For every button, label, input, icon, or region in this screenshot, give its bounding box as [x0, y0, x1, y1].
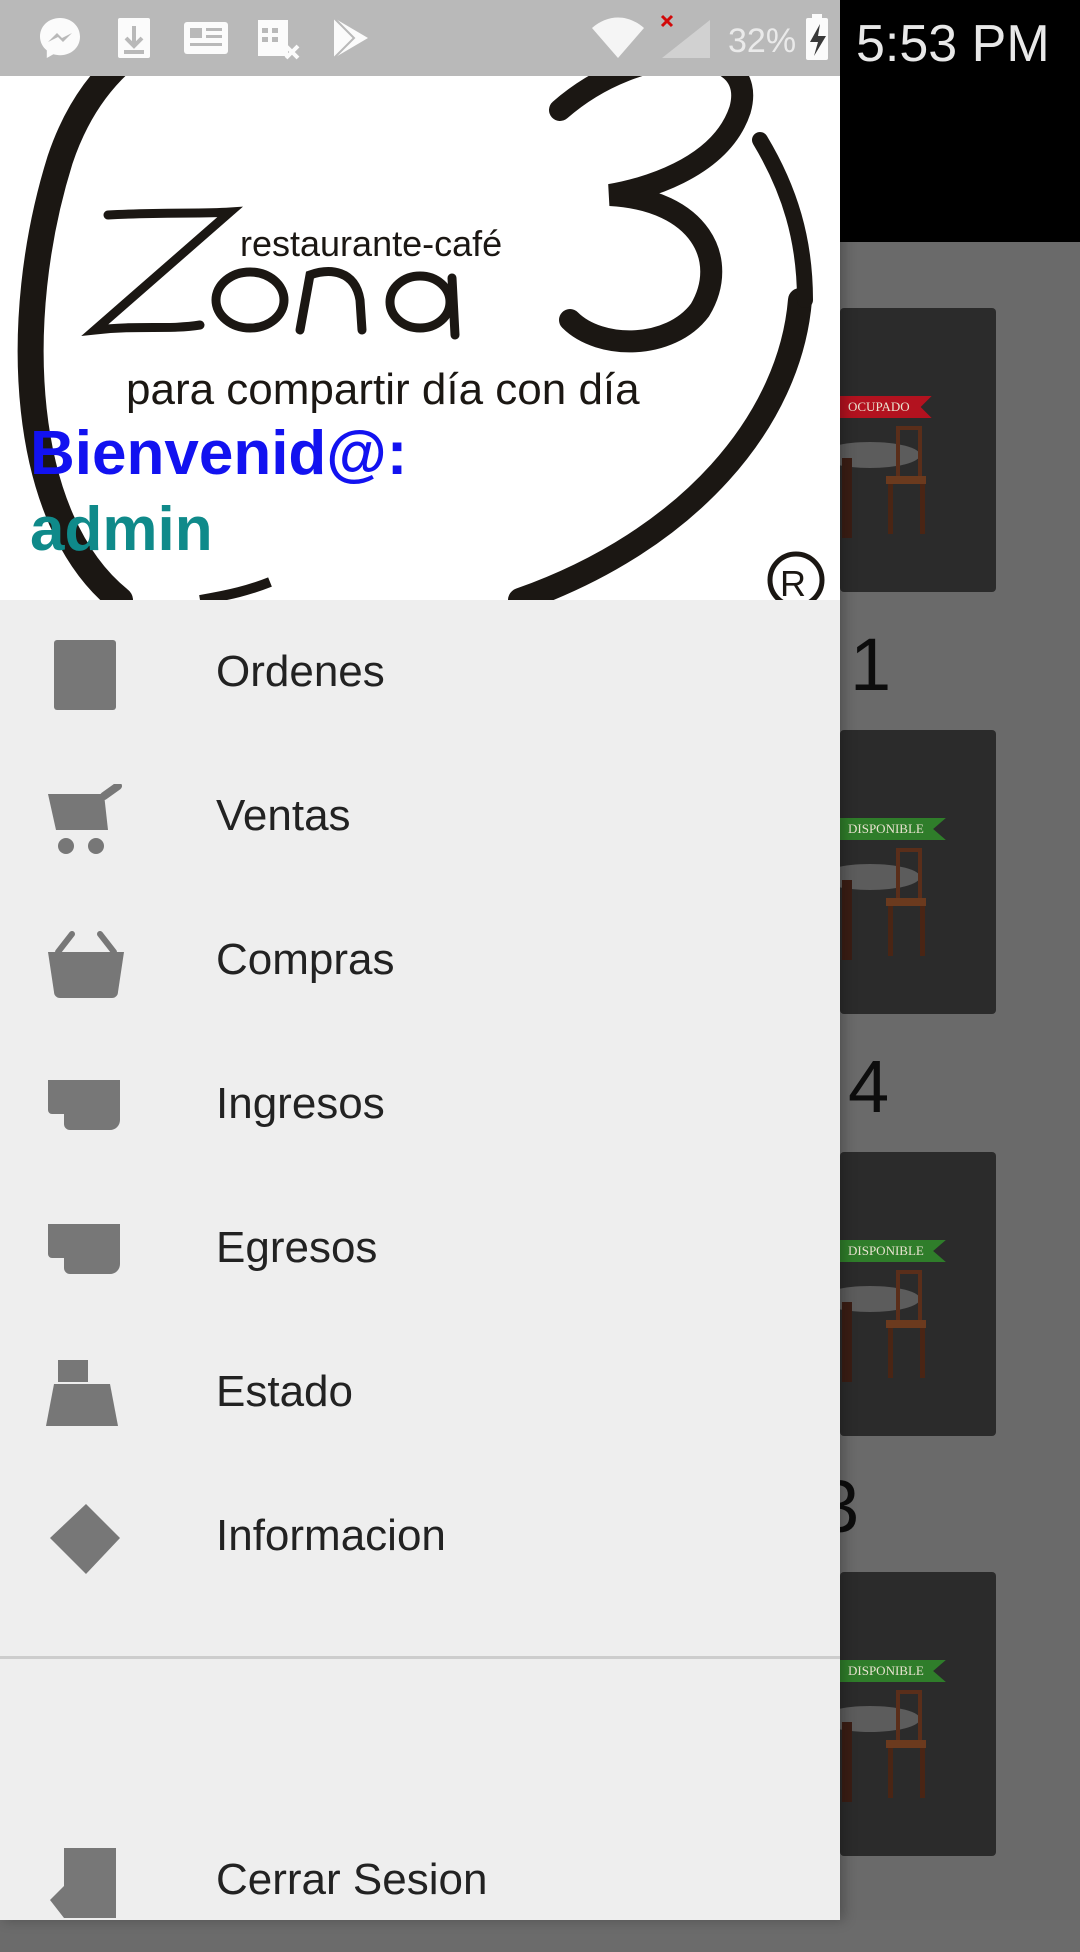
menu-item-informacion[interactable]: Informacion: [0, 1464, 840, 1608]
logout-button[interactable]: Cerrar Sesion: [0, 1808, 840, 1952]
clock: 5:53 PM: [856, 15, 1050, 73]
orders-icon: [54, 640, 116, 710]
menu-item-compras[interactable]: Compras: [0, 888, 840, 1032]
expense-icon: [48, 1224, 120, 1274]
svg-text:R: R: [780, 563, 806, 600]
table-leg: [842, 1302, 852, 1382]
news-icon: [184, 22, 228, 54]
table-status-flag: DISPONIBLE: [840, 1240, 946, 1262]
cart-icon: [48, 784, 122, 854]
table-card[interactable]: DISPONIBLE: [840, 1152, 996, 1436]
table-leg: [842, 1722, 852, 1802]
wifi-icon: [592, 17, 644, 58]
register-icon: [46, 1360, 118, 1426]
menu-item-label: Egresos: [216, 1223, 378, 1272]
table-card[interactable]: DISPONIBLE: [840, 730, 996, 1014]
chair-back: [896, 848, 922, 900]
chair-seat: [886, 898, 926, 906]
chair-leg: [920, 906, 925, 956]
menu-item-ingresos[interactable]: Ingresos: [0, 1032, 840, 1176]
menu-item-ventas[interactable]: Ventas: [0, 744, 840, 888]
chair-seat: [886, 1320, 926, 1328]
table-leg: [842, 458, 852, 538]
table-leg: [842, 880, 852, 960]
chair-leg: [888, 906, 893, 956]
menu-item-egresos[interactable]: Egresos: [0, 1176, 840, 1320]
drawer-divider: [0, 1656, 840, 1659]
chair-leg: [920, 1748, 925, 1798]
info-icon: [50, 1504, 120, 1574]
chair-back: [896, 1270, 922, 1322]
basket-icon: [48, 931, 124, 998]
play-store-icon: [333, 17, 368, 59]
table-status-flag: DISPONIBLE: [840, 1660, 946, 1682]
chair-back: [896, 1690, 922, 1742]
chair-back: [896, 426, 922, 478]
drawer-header: restaurante-café para compartir día con …: [0, 0, 840, 600]
menu-item-label: Ingresos: [216, 1079, 385, 1128]
signal-x-icon: [660, 14, 710, 58]
income-icon: [48, 1080, 120, 1130]
menu-item-label: Compras: [216, 935, 395, 984]
chair-seat: [886, 476, 926, 484]
menu-item-ordenes[interactable]: Ordenes: [0, 600, 840, 744]
navigation-drawer: restaurante-café para compartir día con …: [0, 0, 840, 1920]
table-status-flag: OCUPADO: [840, 396, 932, 418]
menu-item-label: Informacion: [216, 1511, 446, 1560]
messenger-icon: [40, 18, 80, 58]
menu-item-label: Estado: [216, 1367, 353, 1416]
menu-item-estado[interactable]: Estado: [0, 1320, 840, 1464]
username-label: admin: [30, 495, 213, 564]
chair-leg: [920, 484, 925, 534]
table-number: 4: [848, 1045, 890, 1128]
logo-slogan: para compartir día con día: [126, 365, 640, 414]
logout-label: Cerrar Sesion: [216, 1855, 488, 1904]
table-card[interactable]: DISPONIBLE: [840, 1572, 996, 1856]
logo-subtitle: restaurante-café: [240, 223, 502, 264]
table-number: 1: [850, 623, 892, 706]
chair-leg: [888, 484, 893, 534]
chair-leg: [920, 1328, 925, 1378]
chair-leg: [888, 1748, 893, 1798]
charging-battery-icon: [806, 14, 828, 60]
logout-icon: [50, 1848, 116, 1918]
table-card[interactable]: OCUPADO: [840, 308, 996, 592]
battery-percent: 32%: [728, 22, 797, 60]
calendar-x-icon: [258, 20, 300, 60]
status-bar: 32% 5:53 PM: [0, 0, 1080, 76]
menu-item-label: Ordenes: [216, 647, 385, 696]
chair-seat: [886, 1740, 926, 1748]
table-status-flag: DISPONIBLE: [840, 818, 946, 840]
download-icon: [118, 18, 150, 58]
welcome-label: Bienvenid@:: [30, 419, 408, 488]
chair-leg: [888, 1328, 893, 1378]
menu-item-label: Ventas: [216, 791, 351, 840]
